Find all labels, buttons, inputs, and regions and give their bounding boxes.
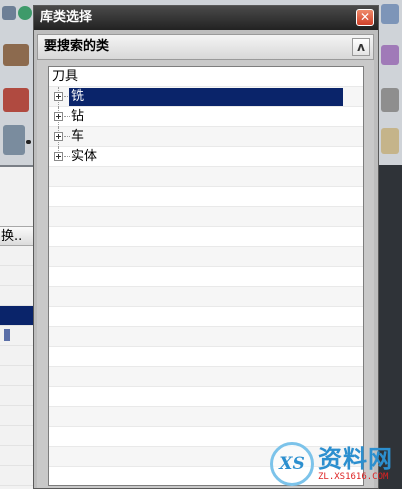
tree-item-mill[interactable]: 铣 — [49, 87, 363, 107]
tree-row-empty — [49, 187, 363, 207]
expand-icon[interactable] — [54, 112, 63, 121]
watermark-text: 资料网 ZL.XS1616.COM — [318, 446, 393, 482]
expand-icon[interactable] — [54, 92, 63, 101]
tree-row-empty — [49, 167, 363, 187]
tree-row-empty — [49, 407, 363, 427]
background-row[interactable] — [0, 466, 33, 486]
tree-item-label: 铣 — [69, 88, 343, 106]
watermark-logo-icon: XS — [270, 441, 314, 486]
background-row-selected[interactable] — [0, 306, 33, 326]
tree-row-empty — [49, 247, 363, 267]
background-row[interactable] — [0, 246, 33, 266]
watermark: XS 资料网 ZL.XS1616.COM — [270, 438, 402, 489]
background-row[interactable] — [0, 326, 33, 346]
dialog-titlebar[interactable]: 库类选择 ✕ — [34, 6, 378, 30]
class-tree[interactable]: 刀具 铣 钻 车 实体 — [48, 66, 364, 486]
expand-icon[interactable] — [54, 152, 63, 161]
toolbar-part-icon[interactable] — [3, 125, 25, 155]
chevron-up-icon: ʌ — [357, 40, 365, 54]
library-class-dialog: 库类选择 ✕ 要搜索的类 ʌ 刀具 铣 钻 车 实体 — [33, 5, 379, 489]
background-row[interactable] — [0, 406, 33, 426]
dialog-title: 库类选择 — [40, 10, 93, 25]
collapse-button[interactable]: ʌ — [352, 38, 370, 56]
background-row[interactable] — [0, 346, 33, 366]
watermark-url: ZL.XS1616.COM — [318, 471, 389, 482]
watermark-brand: 资料网 — [318, 444, 393, 473]
toolbar-shape-icon[interactable] — [3, 88, 29, 112]
tree-item-label: 车 — [71, 129, 85, 144]
tree-row-empty — [49, 307, 363, 327]
close-icon: ✕ — [359, 10, 371, 24]
tree-item-drill[interactable]: 钻 — [49, 107, 363, 127]
toolbar-block-icon[interactable] — [381, 88, 399, 112]
tree-row: 实体 — [49, 147, 363, 167]
toolbar-sphere-icon[interactable] — [18, 6, 32, 20]
tree-row: 铣 — [49, 87, 363, 107]
expand-icon[interactable] — [54, 132, 63, 141]
tree-item-label: 实体 — [71, 149, 98, 164]
tree-row: 钻 — [49, 107, 363, 127]
tree-row: 车 — [49, 127, 363, 147]
tree-item-turn[interactable]: 车 — [49, 127, 363, 147]
row-tool-icon — [4, 329, 10, 341]
tree-item-label: 钻 — [71, 109, 85, 124]
tree-row-empty — [49, 367, 363, 387]
group-body: 刀具 铣 钻 车 实体 — [37, 60, 374, 488]
tree-row-empty — [49, 207, 363, 227]
background-row[interactable] — [0, 266, 33, 286]
toolbar-cube-icon[interactable] — [3, 44, 29, 66]
tree-row-empty — [49, 347, 363, 367]
toolbar-tool-icon[interactable] — [2, 6, 16, 20]
tree-row-root[interactable]: 刀具 — [49, 67, 363, 87]
background-row[interactable] — [0, 386, 33, 406]
background-row[interactable] — [0, 286, 33, 306]
tree-row-empty — [49, 327, 363, 347]
background-row[interactable] — [0, 446, 33, 466]
tree-row-empty — [49, 287, 363, 307]
tree-item-solid[interactable]: 实体 — [49, 147, 363, 167]
close-button[interactable]: ✕ — [356, 9, 374, 26]
background-toolbar-right — [379, 0, 402, 165]
background-row[interactable] — [0, 426, 33, 446]
background-column-header[interactable]: 换.. — [0, 226, 33, 246]
tree-row-empty — [49, 227, 363, 247]
tree-row-empty — [49, 267, 363, 287]
dropdown-arrow-icon[interactable] — [26, 140, 31, 144]
tree-row-empty — [49, 387, 363, 407]
toolbar-frame-icon[interactable] — [381, 128, 399, 154]
background-row[interactable] — [0, 366, 33, 386]
group-title: 要搜索的类 — [44, 39, 110, 54]
toolbar-triangle-icon[interactable] — [381, 4, 399, 24]
tree-root-label: 刀具 — [52, 69, 79, 84]
search-class-group-header[interactable]: 要搜索的类 ʌ — [37, 34, 374, 60]
toolbar-chart-icon[interactable] — [381, 45, 399, 65]
